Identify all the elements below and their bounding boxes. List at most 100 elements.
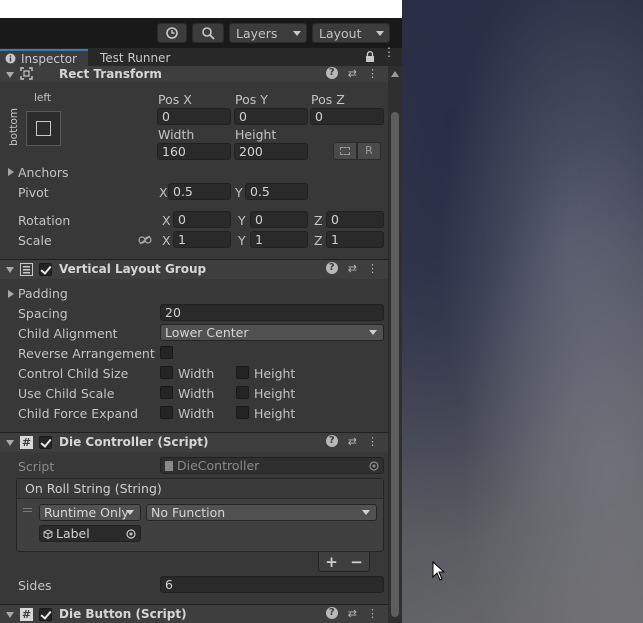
pivot-label: Pivot (18, 185, 49, 200)
script-field: DieController (160, 457, 384, 474)
reverse-arrangement-label: Reverse Arrangement (18, 346, 155, 361)
scene-view[interactable] (402, 0, 643, 623)
layers-label: Layers (236, 25, 278, 41)
rotation-y-field[interactable]: 0 (250, 211, 308, 228)
control-size-height-checkbox[interactable] (236, 366, 249, 379)
pos-z-label: Pos Z (311, 92, 345, 107)
chevron-down-icon (376, 31, 384, 36)
pivot-x-field[interactable]: 0.5 (168, 183, 231, 200)
sides-field[interactable]: 6 (160, 576, 384, 593)
die-button-header[interactable]: # Die Button (Script) ? ⇄ ⋮ (0, 604, 388, 623)
anchors-label[interactable]: Anchors (18, 165, 69, 180)
width-label: Width (158, 127, 195, 142)
add-listener-button[interactable]: + (325, 553, 338, 571)
child-alignment-dropdown[interactable]: Lower Center (160, 324, 384, 341)
use-scale-width-checkbox[interactable] (160, 386, 173, 399)
pos-y-field[interactable]: 0 (234, 108, 308, 125)
height-field[interactable]: 200 (234, 143, 308, 160)
spacing-field[interactable]: 20 (160, 304, 384, 321)
event-header: On Roll String (String) (17, 479, 383, 499)
search-button[interactable] (192, 23, 224, 43)
scale-z-field[interactable]: 1 (326, 231, 384, 248)
force-expand-width-checkbox[interactable] (160, 406, 173, 419)
tab-inspector[interactable]: Inspector (0, 49, 88, 66)
vlg-enabled-checkbox[interactable] (39, 263, 52, 276)
blueprint-mode-button[interactable] (333, 142, 357, 160)
scale-y-field[interactable]: 1 (250, 231, 308, 248)
history-button[interactable] (157, 23, 187, 43)
scale-x-field[interactable]: 1 (173, 231, 231, 248)
runtime-mode-dropdown[interactable]: Runtime Only (39, 504, 141, 521)
object-picker-icon[interactable] (126, 529, 136, 539)
layout-dropdown[interactable]: Layout (312, 23, 390, 43)
vertical-layout-group-header[interactable]: Vertical Layout Group ? ⇄ ⋮ (0, 259, 388, 279)
help-icon[interactable]: ? (325, 262, 338, 274)
kebab-menu-icon[interactable]: ⋮ (367, 435, 378, 448)
component-header-icons: ? ⇄ ⋮ (325, 67, 378, 80)
presets-icon[interactable]: ⇄ (348, 435, 357, 448)
rect-transform-icon (20, 67, 33, 80)
use-scale-height-checkbox[interactable] (236, 386, 249, 399)
padding-label[interactable]: Padding (18, 286, 68, 301)
pos-x-label: Pos X (158, 92, 192, 107)
die-controller-title: Die Controller (Script) (59, 435, 209, 449)
tab-test-runner[interactable]: Test Runner (100, 49, 170, 66)
padding-foldout-icon[interactable] (8, 290, 14, 298)
presets-icon[interactable]: ⇄ (348, 607, 357, 620)
force-expand-height-label: Height (254, 406, 296, 421)
target-object-field[interactable]: Label (39, 525, 141, 542)
scale-z-label: Z (314, 233, 323, 248)
kebab-menu-icon[interactable]: ⋮ (367, 262, 378, 275)
control-size-height-label: Height (254, 366, 296, 381)
anchor-h-label: left (34, 92, 52, 104)
runtime-mode-value: Runtime Only (44, 505, 129, 520)
function-dropdown[interactable]: No Function (146, 504, 377, 521)
rect-transform-header[interactable]: Rect Transform ? ⇄ ⋮ (0, 66, 388, 82)
foldout-arrow-icon[interactable] (6, 612, 14, 618)
target-object-value: Label (56, 526, 90, 541)
lock-icon[interactable] (365, 51, 375, 63)
die-button-enabled-checkbox[interactable] (39, 608, 52, 621)
help-icon[interactable]: ? (325, 607, 338, 619)
tab-test-runner-label: Test Runner (100, 50, 171, 65)
die-controller-header[interactable]: # Die Controller (Script) ? ⇄ ⋮ (0, 432, 388, 452)
pos-x-field[interactable]: 0 (157, 108, 231, 125)
help-icon[interactable]: ? (325, 435, 338, 447)
rotation-x-field[interactable]: 0 (173, 211, 231, 228)
drag-handle-icon[interactable] (23, 508, 32, 512)
constrain-proportions-icon[interactable] (138, 235, 152, 245)
pos-z-field[interactable]: 0 (310, 108, 384, 125)
object-picker-icon[interactable] (369, 461, 379, 471)
remove-listener-button[interactable]: − (350, 553, 363, 571)
raw-edit-button[interactable]: R (357, 142, 381, 160)
gameobject-cube-icon (43, 529, 53, 539)
foldout-arrow-icon[interactable] (6, 72, 14, 78)
child-force-expand-label: Child Force Expand (18, 406, 139, 421)
help-icon[interactable]: ? (325, 67, 338, 79)
history-icon (166, 27, 178, 39)
rotation-x-label: X (162, 213, 171, 228)
rect-transform-title: Rect Transform (59, 67, 162, 81)
presets-icon[interactable]: ⇄ (348, 67, 357, 80)
anchor-v-label: bottom (7, 108, 20, 146)
kebab-menu-icon[interactable]: ⋮ (367, 67, 378, 80)
die-controller-enabled-checkbox[interactable] (39, 436, 52, 449)
foldout-arrow-icon[interactable] (6, 440, 14, 446)
scroll-thumb[interactable] (391, 112, 399, 617)
anchor-presets-button[interactable] (26, 111, 61, 146)
scroll-up-arrow-icon[interactable] (391, 71, 399, 77)
width-field[interactable]: 160 (157, 143, 231, 160)
layers-dropdown[interactable]: Layers (229, 23, 307, 43)
child-alignment-label: Child Alignment (18, 326, 118, 341)
reverse-arrangement-checkbox[interactable] (160, 346, 173, 359)
foldout-arrow-icon[interactable] (6, 267, 14, 273)
anchors-foldout-icon[interactable] (8, 168, 14, 176)
presets-icon[interactable]: ⇄ (348, 262, 357, 275)
force-expand-height-checkbox[interactable] (236, 406, 249, 419)
rotation-z-field[interactable]: 0 (326, 211, 384, 228)
control-size-width-checkbox[interactable] (160, 366, 173, 379)
pivot-y-field[interactable]: 0.5 (245, 183, 308, 200)
inspector-scrollbar[interactable] (388, 66, 402, 623)
kebab-menu-icon[interactable]: ⋮ (367, 607, 378, 620)
kebab-menu-icon[interactable]: ⋮ (383, 46, 395, 58)
